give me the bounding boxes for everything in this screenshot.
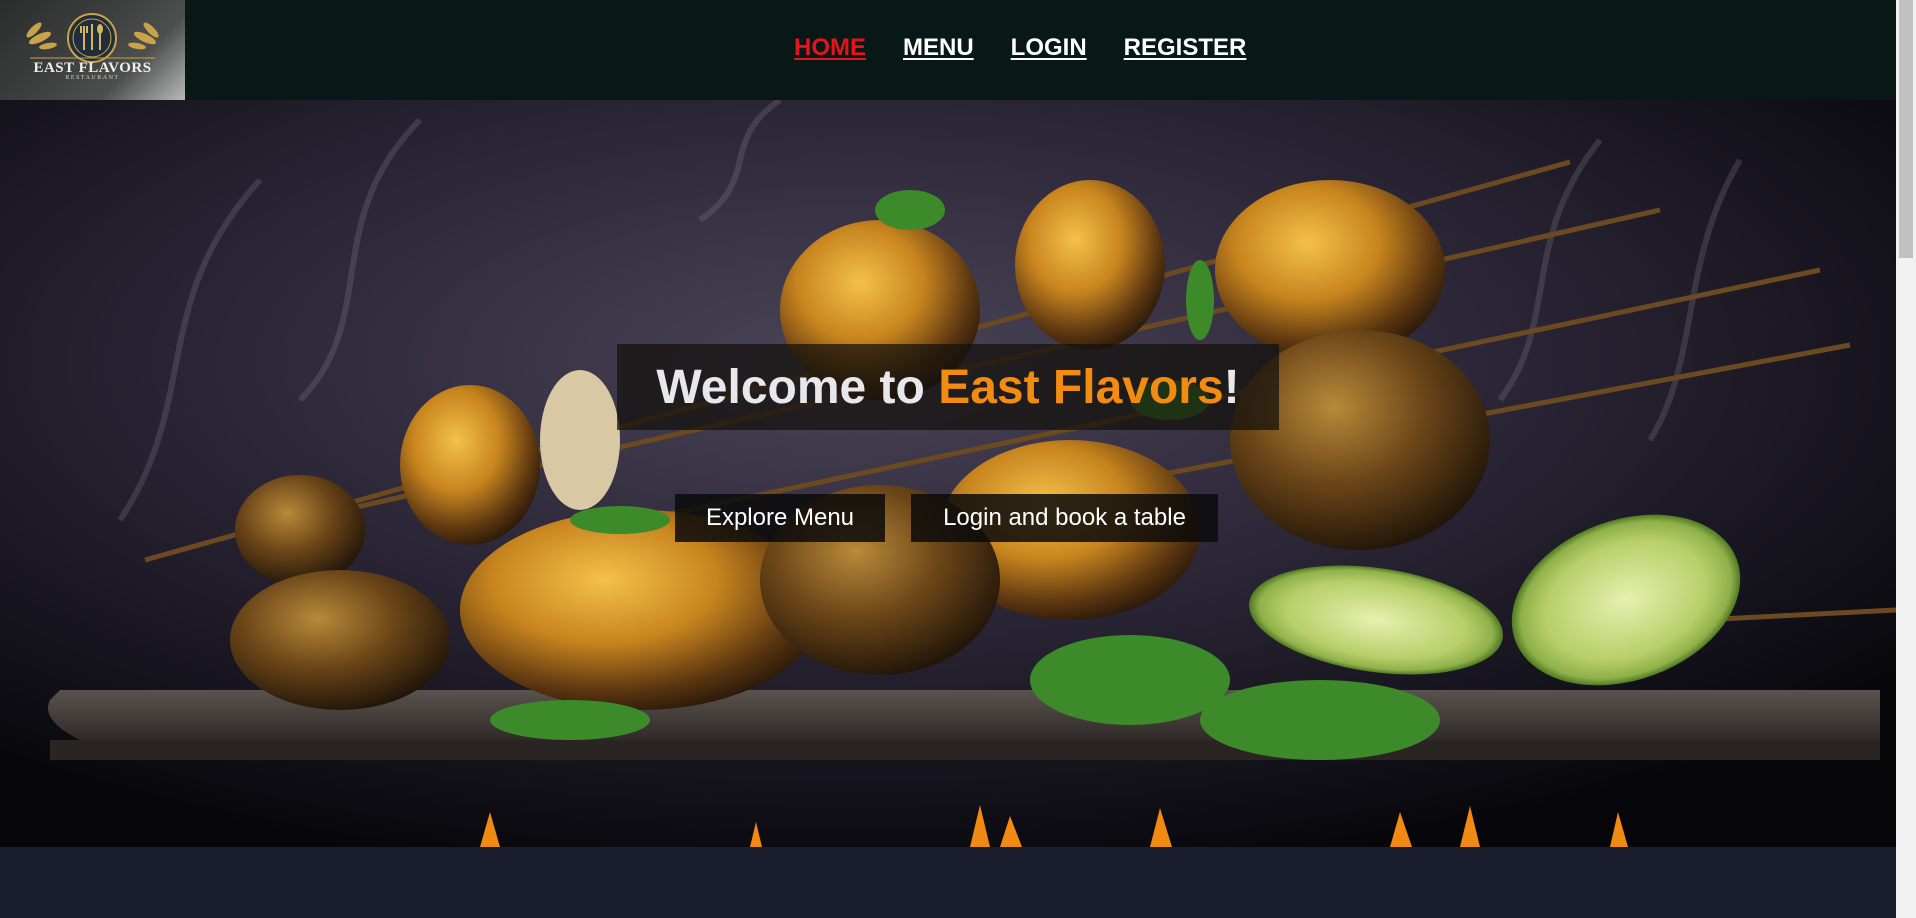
navbar: EAST FLAVORS RESTAURANT HOME MENU LOGIN … bbox=[0, 0, 1896, 100]
page: EAST FLAVORS RESTAURANT HOME MENU LOGIN … bbox=[0, 0, 1916, 918]
logo-emblem-icon bbox=[26, 13, 159, 63]
hero-food-image bbox=[0, 100, 1896, 847]
logo[interactable]: EAST FLAVORS RESTAURANT bbox=[0, 0, 185, 100]
content-section bbox=[0, 847, 1896, 918]
explore-menu-button[interactable]: Explore Menu bbox=[675, 494, 885, 542]
hero-title-brand: East Flavors bbox=[938, 360, 1224, 414]
hero-title-prefix: Welcome to bbox=[656, 360, 925, 414]
nav-link-login[interactable]: LOGIN bbox=[1011, 34, 1087, 62]
hero-title-suffix: ! bbox=[1223, 360, 1240, 414]
nav-link-register[interactable]: REGISTER bbox=[1124, 34, 1247, 62]
logo-tagline: RESTAURANT bbox=[65, 75, 120, 81]
main-nav: HOME MENU LOGIN REGISTER bbox=[794, 34, 1246, 62]
nav-link-menu[interactable]: MENU bbox=[903, 34, 974, 62]
hero-section: Welcome to East Flavors! Explore Menu Lo… bbox=[0, 100, 1896, 847]
page-scrollbar[interactable] bbox=[1896, 0, 1916, 918]
scrollbar-thumb[interactable] bbox=[1899, 0, 1913, 258]
hero-title: Welcome to East Flavors! bbox=[617, 344, 1279, 430]
login-book-table-button[interactable]: Login and book a table bbox=[911, 494, 1218, 542]
nav-link-home[interactable]: HOME bbox=[794, 34, 866, 62]
